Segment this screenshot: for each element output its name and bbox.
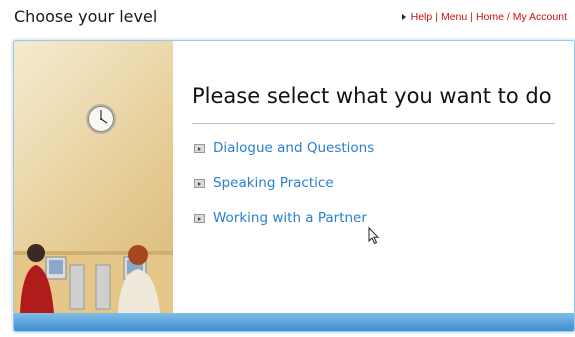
header-nav: Help | Menu | Home / My Account bbox=[401, 11, 567, 23]
nav-separator: | bbox=[435, 11, 438, 23]
option-label[interactable]: Speaking Practice bbox=[213, 175, 334, 191]
heading-divider bbox=[192, 123, 555, 124]
bullet-icon bbox=[194, 178, 205, 188]
option-label[interactable]: Dialogue and Questions bbox=[213, 140, 374, 156]
classroom-illustration bbox=[14, 104, 173, 313]
bullet-icon bbox=[194, 143, 205, 153]
page-header-title: Choose your level bbox=[14, 7, 158, 26]
help-link[interactable]: Help bbox=[411, 11, 433, 23]
selection-panel: Please select what you want to do Dialog… bbox=[13, 40, 575, 332]
arrow-right-icon bbox=[401, 14, 406, 20]
option-speaking-practice[interactable]: Speaking Practice bbox=[194, 175, 334, 191]
option-working-with-a-partner[interactable]: Working with a Partner bbox=[194, 210, 367, 226]
home-account-link[interactable]: Home / My Account bbox=[476, 11, 567, 23]
clock-icon bbox=[86, 104, 116, 134]
options-area: Please select what you want to do Dialog… bbox=[173, 41, 574, 313]
bullet-icon bbox=[194, 213, 205, 223]
classroom-photo bbox=[14, 41, 173, 313]
option-label[interactable]: Working with a Partner bbox=[213, 210, 367, 226]
footer-bar bbox=[14, 313, 574, 331]
page-heading: Please select what you want to do bbox=[192, 84, 552, 108]
menu-link[interactable]: Menu bbox=[441, 11, 467, 23]
mouse-pointer-icon bbox=[368, 227, 380, 245]
option-dialogue-and-questions[interactable]: Dialogue and Questions bbox=[194, 140, 374, 156]
nav-separator: | bbox=[470, 11, 473, 23]
